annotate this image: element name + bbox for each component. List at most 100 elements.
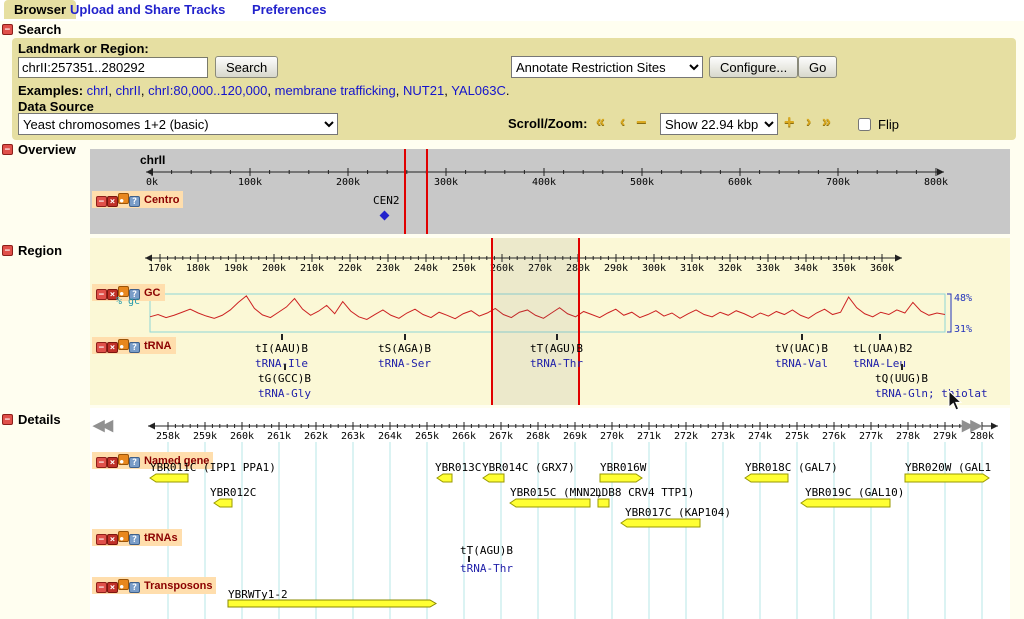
example-link[interactable]: chrII [116, 83, 141, 98]
trna-glyph[interactable] [879, 334, 881, 340]
trna-name[interactable]: tL(UAA)B2 [853, 342, 913, 355]
flip-checkbox[interactable] [858, 118, 871, 131]
gene-label[interactable]: YBR013C [435, 461, 481, 474]
configure-button[interactable]: Configure... [709, 56, 798, 78]
track-label-gc[interactable]: GC [144, 287, 161, 299]
trna-name[interactable]: tG(GCC)B [258, 372, 311, 385]
gene-label[interactable]: YBR020W (GAL1 [905, 461, 991, 474]
gene-label[interactable]: YBR014C (GRX7) [482, 461, 575, 474]
collapse-track-icon[interactable]: − [96, 457, 107, 468]
transposon-label[interactable]: YBRWTy1-2 [228, 588, 288, 601]
gene-label[interactable]: LDB8 CRV4 TTP1) [595, 486, 694, 499]
tab-browser[interactable]: Browser [4, 0, 76, 19]
gene-label[interactable]: YBR017C (KAP104) [625, 506, 731, 519]
data-source-select[interactable]: Yeast chromosomes 1+2 (basic) [18, 113, 338, 135]
example-link[interactable]: YAL063C [451, 83, 506, 98]
transposon-glyph[interactable] [228, 600, 436, 607]
collapse-section-icon[interactable]: − [2, 245, 13, 256]
landmark-label: Landmark or Region: [18, 41, 149, 56]
gene-glyph[interactable] [621, 519, 700, 527]
scroll-right-button[interactable]: › [806, 114, 811, 130]
track-label-trna[interactable]: tRNA [144, 340, 172, 352]
zoom-in-button[interactable]: + [784, 114, 795, 130]
share-track-icon[interactable] [118, 531, 129, 542]
search-button[interactable]: Search [215, 56, 278, 78]
gene-label[interactable]: YBR011C (IPP1 PPA1) [150, 461, 276, 474]
trna-glyph[interactable] [556, 334, 558, 340]
trna-glyph[interactable] [901, 364, 903, 370]
help-track-icon[interactable]: ? [129, 534, 140, 545]
trna-glyph[interactable] [801, 334, 803, 340]
collapse-track-icon[interactable]: − [96, 582, 107, 593]
trna-name[interactable]: tI(AAU)B [255, 342, 308, 355]
pan-right-button[interactable]: ▶▶ [962, 416, 979, 434]
share-track-icon[interactable] [118, 579, 129, 590]
example-link[interactable]: chrI:80,000..120,000 [148, 83, 267, 98]
go-button[interactable]: Go [798, 56, 837, 78]
collapse-track-icon[interactable]: − [96, 534, 107, 545]
zoom-out-button[interactable]: − [636, 114, 647, 130]
trna-name[interactable]: tS(AGA)B [378, 342, 431, 355]
help-track-icon[interactable]: ? [129, 582, 140, 593]
annotate-select[interactable]: Annotate Restriction Sites [511, 56, 703, 78]
centromere-label[interactable]: CEN2 [373, 194, 400, 207]
collapse-track-icon[interactable]: − [96, 289, 107, 300]
delete-track-icon[interactable]: × [107, 457, 118, 468]
data-source-label: Data Source [18, 99, 94, 114]
pan-left-button[interactable]: ◀◀ [93, 416, 110, 434]
scroll-far-left-button[interactable]: « [596, 114, 605, 130]
track-label-trnas[interactable]: tRNAs [144, 532, 178, 544]
nav-upload-link[interactable]: Upload and Share Tracks [70, 2, 225, 17]
help-track-icon[interactable]: ? [129, 457, 140, 468]
gene-label[interactable]: YBR016W [600, 461, 646, 474]
gene-glyph[interactable] [214, 499, 232, 507]
examples-separator: , [108, 83, 115, 98]
trna-glyph[interactable] [404, 334, 406, 340]
delete-track-icon[interactable]: × [107, 342, 118, 353]
collapse-track-icon[interactable]: − [96, 342, 107, 353]
gene-glyph[interactable] [510, 499, 590, 507]
track-label-centro[interactable]: Centro [144, 194, 179, 206]
example-link[interactable]: chrI [87, 83, 109, 98]
collapse-section-icon[interactable]: − [2, 24, 13, 35]
gene-label[interactable]: YBR012C [210, 486, 256, 499]
gene-label[interactable]: YBR018C (GAL7) [745, 461, 838, 474]
gene-glyph[interactable] [905, 474, 989, 482]
track-label-transposons[interactable]: Transposons [144, 580, 212, 592]
gene-glyph[interactable] [150, 474, 188, 482]
gene-glyph[interactable] [598, 499, 609, 507]
delete-track-icon[interactable]: × [107, 534, 118, 545]
landmark-input[interactable] [18, 57, 208, 78]
trna-name[interactable]: tT(AGU)B [530, 342, 583, 355]
gene-glyph[interactable] [437, 474, 452, 482]
delete-track-icon[interactable]: × [107, 582, 118, 593]
trna-glyph[interactable] [284, 364, 286, 370]
share-track-icon[interactable] [118, 193, 129, 204]
gene-glyph[interactable] [600, 474, 642, 482]
ruler-tick-label: 278k [896, 431, 920, 442]
share-track-icon[interactable] [118, 339, 129, 350]
zoom-level-select[interactable]: Show 22.94 kbp [660, 113, 778, 135]
trna-name[interactable]: tQ(UUG)B [875, 372, 928, 385]
gene-glyph[interactable] [801, 499, 890, 507]
trna-name[interactable]: tV(UAC)B [775, 342, 828, 355]
gene-glyph[interactable] [483, 474, 504, 482]
trna-glyph[interactable] [281, 334, 283, 340]
overview-ruler[interactable]: 0k100k200k300k400k500k600k700k800k [90, 149, 1010, 234]
example-link[interactable]: NUT21 [403, 83, 444, 98]
share-track-icon[interactable] [118, 454, 129, 465]
gene-glyph[interactable] [745, 474, 788, 482]
gene-label[interactable]: YBR019C (GAL10) [805, 486, 904, 499]
ruler-tick-label: 277k [859, 431, 883, 442]
gene-label[interactable]: YBR015C (MNN2) [510, 486, 603, 499]
collapse-section-icon[interactable]: − [2, 144, 13, 155]
delete-track-icon[interactable]: × [107, 196, 118, 207]
help-track-icon[interactable]: ? [129, 196, 140, 207]
nav-preferences-link[interactable]: Preferences [252, 2, 326, 17]
collapse-section-icon[interactable]: − [2, 414, 13, 425]
example-link[interactable]: membrane trafficking [275, 83, 396, 98]
scroll-left-button[interactable]: ‹ [620, 114, 625, 130]
collapse-track-icon[interactable]: − [96, 196, 107, 207]
help-track-icon[interactable]: ? [129, 342, 140, 353]
scroll-far-right-button[interactable]: » [822, 114, 831, 130]
